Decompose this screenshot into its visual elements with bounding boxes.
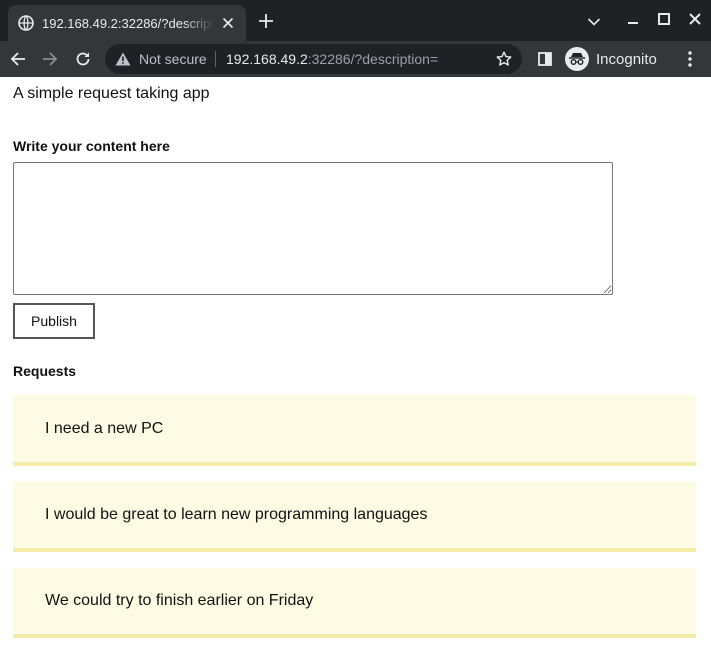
omnibox-divider	[215, 51, 216, 67]
minimize-icon[interactable]	[624, 10, 642, 28]
bookmark-star-icon[interactable]	[495, 50, 513, 68]
globe-icon	[18, 15, 34, 31]
maximize-icon[interactable]	[655, 10, 673, 28]
tab-strip: 192.168.49.2:32286/?description=	[0, 0, 711, 41]
request-item: I would be great to learn new programmin…	[13, 482, 696, 552]
page-content: A simple request taking app Write your c…	[0, 77, 711, 666]
request-item: We could try to finish earlier on Friday	[13, 568, 696, 638]
incognito-profile[interactable]: Incognito	[565, 46, 657, 72]
close-tab-icon[interactable]	[220, 15, 236, 31]
content-textarea[interactable]	[13, 162, 613, 295]
app-subtitle: A simple request taking app	[13, 85, 210, 102]
request-item: I need a new PC	[13, 395, 696, 466]
new-tab-icon[interactable]	[256, 11, 276, 31]
security-label[interactable]: Not secure	[139, 51, 207, 67]
url-path: :32286/?description=	[307, 51, 439, 67]
close-window-icon[interactable]	[686, 10, 704, 28]
tab-title: 192.168.49.2:32286/?description=	[42, 15, 214, 31]
side-panel-icon[interactable]	[536, 49, 554, 69]
chevron-down-icon[interactable]	[584, 12, 604, 32]
back-arrow-icon[interactable]	[8, 49, 28, 69]
address-bar[interactable]: Not secure 192.168.49.2:32286/?descripti…	[105, 44, 522, 74]
more-menu-icon[interactable]	[680, 49, 700, 69]
forward-arrow-icon[interactable]	[40, 49, 60, 69]
incognito-label: Incognito	[596, 50, 657, 68]
url-host: 192.168.49.2	[226, 51, 308, 67]
incognito-icon	[565, 47, 589, 71]
warning-icon[interactable]	[114, 51, 132, 67]
request-list: I need a new PC I would be great to lear…	[13, 395, 696, 654]
content-label: Write your content here	[13, 138, 170, 154]
browser-toolbar: Not secure 192.168.49.2:32286/?descripti…	[0, 41, 711, 77]
url-text[interactable]: 192.168.49.2:32286/?description=	[226, 51, 438, 67]
publish-button[interactable]: Publish	[13, 303, 95, 339]
reload-icon[interactable]	[73, 49, 93, 69]
requests-heading: Requests	[13, 363, 77, 379]
browser-tab[interactable]: 192.168.49.2:32286/?description=	[8, 5, 246, 41]
